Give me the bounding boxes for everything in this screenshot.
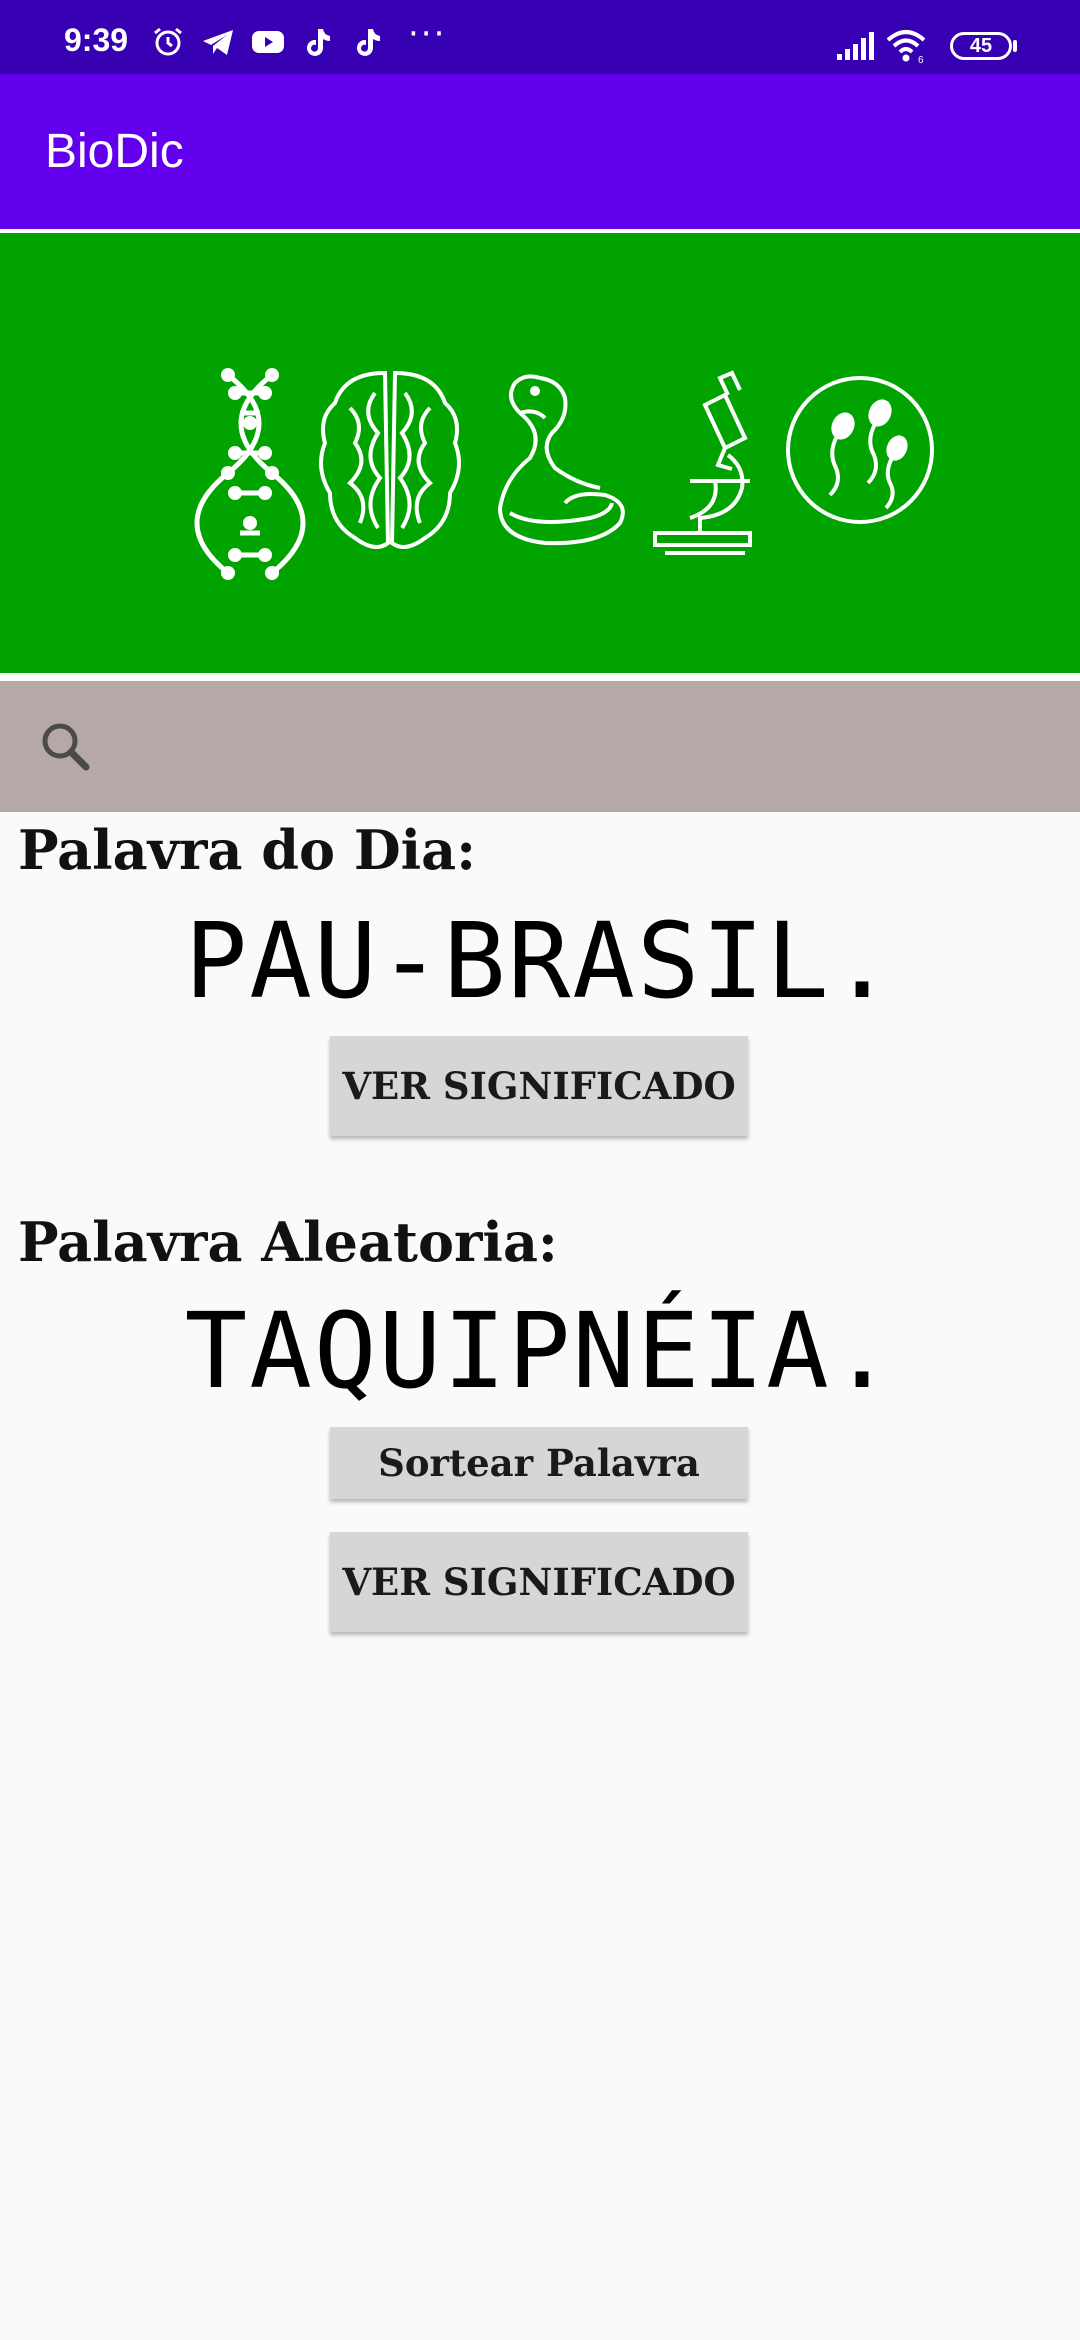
snake-icon [497, 374, 625, 546]
telegram-icon [203, 30, 233, 55]
sperm-cells-icon [786, 376, 934, 524]
youtube-icon [252, 31, 284, 53]
daily-word-label: Palavra do Dia: [18, 818, 477, 882]
battery-tip [1013, 40, 1017, 52]
banner-illustration [194, 368, 934, 580]
brain-icon [319, 370, 461, 549]
random-word: TAQUIPNÉIA. [184, 1290, 896, 1412]
random-word-label: Palavra Aleatoria: [18, 1210, 558, 1274]
search-input[interactable] [110, 711, 1034, 783]
svg-text:6: 6 [918, 55, 924, 64]
banner [0, 233, 1080, 673]
search-bar[interactable] [0, 681, 1080, 812]
wifi-icon: 6 [886, 30, 926, 64]
tiktok-icon [307, 29, 330, 56]
signal-icon [837, 32, 874, 60]
tiktok-icon [357, 29, 380, 56]
divider [0, 673, 1080, 681]
random-view-meaning-button[interactable]: VER SIGNIFICADO [330, 1532, 748, 1632]
microscope-icon [653, 370, 752, 555]
search-icon[interactable] [36, 717, 96, 777]
status-indicators: 6 45 [780, 0, 1080, 74]
dna-icon [194, 368, 306, 580]
status-time: 9:39 [64, 22, 129, 58]
more-notifications-icon: ··· [408, 14, 447, 54]
daily-word: PAU-BRASIL. [184, 900, 896, 1022]
battery-icon: 45 [950, 32, 1012, 60]
draw-word-button[interactable]: Sortear Palavra [330, 1427, 748, 1499]
app-bar: BioDic [0, 74, 1080, 229]
daily-view-meaning-button[interactable]: VER SIGNIFICADO [330, 1036, 748, 1136]
app-title: BioDic [45, 125, 184, 178]
alarm-icon [154, 27, 182, 56]
status-bar: 9:39 ··· 6 45 [0, 0, 1080, 74]
